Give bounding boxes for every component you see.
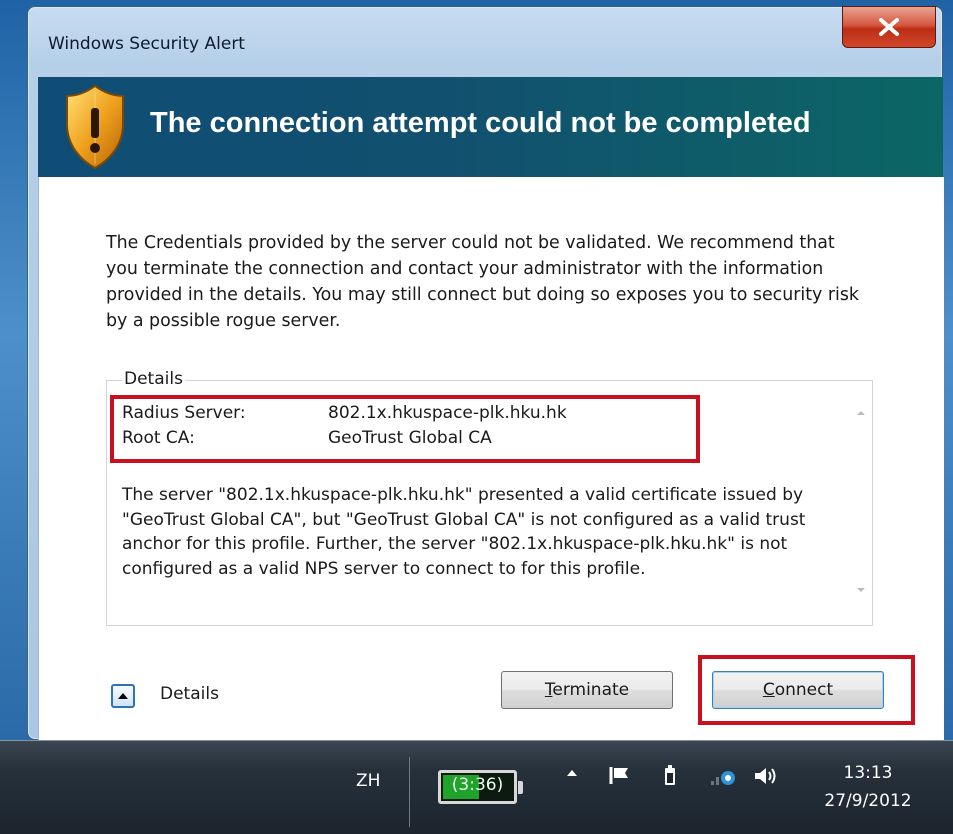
warning-message: The Credentials provided by the server c…: [106, 233, 859, 331]
clock-time: 13:13: [843, 763, 893, 783]
taskbar: ZH (3:36) 13:13 27/9/2012: [0, 740, 953, 834]
connect-highlight-annotation: [698, 655, 915, 725]
chevron-up-icon: [118, 693, 128, 699]
dialog-body: The Credentials provided by the server c…: [38, 177, 944, 740]
power-tray-button[interactable]: [663, 765, 677, 787]
power-plug-icon: [665, 765, 675, 785]
header-title: The connection attempt could not be comp…: [150, 107, 811, 139]
ime-indicator[interactable]: ZH: [356, 771, 380, 791]
close-icon: [879, 18, 899, 36]
action-center-tray-button[interactable]: [609, 765, 631, 785]
details-description: The server "802.1x.hkuspace-plk.hku.hk" …: [122, 485, 806, 579]
details-toggle-button[interactable]: [111, 684, 135, 708]
system-clock[interactable]: 13:13 27/9/2012: [815, 759, 921, 815]
terminate-button[interactable]: Terminate: [501, 671, 673, 709]
scroll-down-button[interactable]: [851, 580, 871, 600]
network-icon: [711, 771, 735, 785]
clock-date: 27/9/2012: [824, 791, 912, 811]
shield-warning-icon: [66, 84, 124, 170]
details-legend: Details: [122, 369, 185, 389]
window-title: Windows Security Alert: [48, 34, 245, 54]
chevron-up-icon: [857, 410, 865, 415]
flag-icon: [609, 767, 628, 784]
volume-tray-button[interactable]: [753, 765, 779, 787]
battery-time-remaining: (3:36): [451, 775, 504, 795]
network-tray-button[interactable]: [710, 767, 736, 787]
battery-tray-area[interactable]: (3:36): [409, 757, 533, 827]
volume-icon: [755, 768, 776, 784]
triangle-up-icon: [567, 770, 577, 776]
dialog-header-banner: The connection attempt could not be comp…: [38, 77, 943, 177]
details-highlight-annotation: [110, 395, 700, 463]
details-toggle-label[interactable]: Details: [160, 684, 219, 704]
close-button[interactable]: [842, 6, 936, 48]
battery-icon[interactable]: (3:36): [438, 770, 523, 804]
scroll-up-button[interactable]: [851, 402, 871, 422]
details-scrollbar[interactable]: [851, 394, 871, 602]
terminate-label-rest: erminate: [552, 680, 630, 700]
show-hidden-icons-button[interactable]: [566, 769, 578, 777]
chevron-down-icon: [857, 587, 865, 592]
